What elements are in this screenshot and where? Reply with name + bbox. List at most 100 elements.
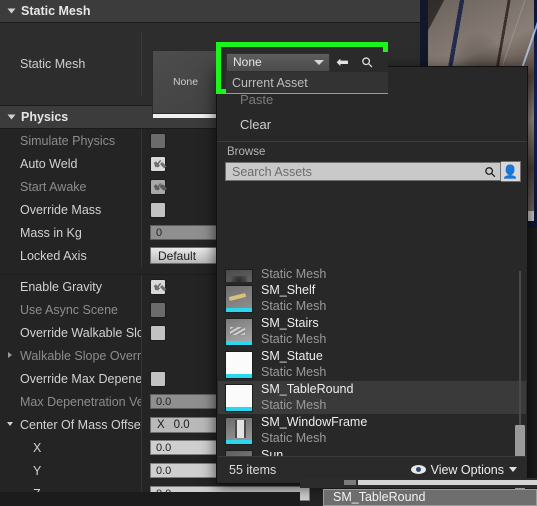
- property-label: Simulate Physics: [20, 133, 116, 148]
- asset-type: Static Mesh: [261, 398, 327, 412]
- view-options-button[interactable]: View Options: [410, 462, 517, 477]
- asset-type-color-bar: [226, 374, 252, 378]
- browse-section-label: Browse: [217, 141, 527, 161]
- static-mesh-thumbnail[interactable]: None: [152, 50, 219, 118]
- user-filter-icon[interactable]: 👤: [501, 161, 521, 182]
- search-input[interactable]: Search Assets ⚲: [225, 162, 501, 181]
- current-asset-label: Current Asset: [226, 72, 388, 93]
- asset-type-color-bar: [226, 440, 252, 444]
- column-divider: [141, 367, 142, 390]
- chevron-down-icon: [314, 59, 324, 65]
- asset-dropdown-value: None: [233, 55, 262, 69]
- checkbox-unchecked[interactable]: [150, 201, 166, 218]
- caret-down-icon: [509, 467, 517, 472]
- asset-thumbnail: [225, 351, 253, 379]
- asset-dropdown[interactable]: None: [226, 52, 330, 72]
- asset-list-item[interactable]: SM_TableRound Static Mesh: [218, 381, 526, 414]
- strip-segment: [344, 480, 356, 485]
- column-divider: [141, 244, 142, 267]
- property-value: [150, 301, 166, 318]
- check-icon: ✓: [153, 179, 164, 194]
- back-arrow-icon[interactable]: ⬅: [330, 53, 355, 72]
- static-mesh-property-label: Static Mesh: [20, 57, 86, 71]
- property-label: Y: [33, 463, 42, 478]
- item-count: 55 items: [229, 462, 277, 477]
- property-value: [150, 201, 166, 218]
- column-divider: [141, 31, 142, 97]
- asset-name: SM_Stairs: [261, 316, 319, 330]
- asset-name: SM_Statue: [261, 349, 323, 363]
- checkbox-checked[interactable]: ✓: [150, 155, 166, 172]
- asset-list-item[interactable]: SunStatic Mesh: [218, 447, 526, 456]
- checkbox-unchecked[interactable]: [150, 370, 166, 387]
- asset-thumbnail: [225, 285, 253, 313]
- asset-text: SM_Stairs Static Mesh: [261, 315, 326, 347]
- column-divider: [141, 175, 142, 198]
- column-divider: [141, 321, 142, 344]
- asset-thumbnail: [225, 269, 253, 282]
- property-value: ✓: [150, 178, 166, 195]
- asset-list-item[interactable]: Static Mesh: [218, 266, 526, 282]
- asset-thumbnail-art: [226, 319, 252, 341]
- asset-list-item[interactable]: SM_Shelf Static Mesh: [218, 282, 526, 315]
- expander-triangle-icon[interactable]: [8, 352, 12, 358]
- asset-thumbnail: [225, 417, 253, 445]
- bottom-left-filler: [0, 492, 300, 506]
- property-label: Start Awake: [20, 179, 87, 194]
- asset-list-scrollbar-track[interactable]: [519, 271, 521, 450]
- column-divider: [141, 390, 142, 413]
- property-label: Mass in Kg: [20, 225, 82, 240]
- asset-thumbnail-art: [226, 270, 252, 282]
- column-divider: [141, 152, 142, 175]
- column-divider: [141, 459, 142, 482]
- menu-item-clear[interactable]: Clear: [217, 112, 527, 137]
- property-label: Override Mass: [20, 202, 102, 217]
- asset-text: SM_Shelf Static Mesh: [261, 282, 326, 314]
- column-divider: [141, 275, 142, 298]
- checkbox-checked-disabled: ✓: [150, 178, 166, 195]
- asset-thumbnail-art: [226, 352, 252, 374]
- property-label: X: [33, 440, 42, 455]
- property-label: Locked Axis: [20, 248, 87, 263]
- asset-thumbnail: [225, 384, 253, 412]
- asset-text: SunStatic Mesh: [261, 447, 326, 456]
- property-label: Walkable Slope Override: [20, 348, 141, 363]
- asset-list-item[interactable]: SM_WindowFrame Static Mesh: [218, 414, 526, 447]
- column-divider: [141, 436, 142, 459]
- checkbox-unchecked[interactable]: [150, 324, 166, 341]
- asset-list[interactable]: Static Mesh SM_Shelf Static Mesh SM_Stairs S…: [218, 266, 526, 456]
- column-divider: [141, 221, 142, 244]
- property-value: ✓: [150, 155, 166, 172]
- expander-triangle-icon[interactable]: [7, 114, 16, 120]
- strip-segment: [358, 480, 537, 485]
- highlight-inner: None ⬅ ⚲ Current Asset: [221, 47, 388, 93]
- asset-name: SM_WindowFrame: [261, 415, 368, 429]
- asset-picker-popup: CopyPasteClear Browse Search Assets ⚲ 👤 …: [216, 66, 528, 491]
- checkbox-unchecked-disabled: [150, 132, 166, 149]
- asset-type-color-bar: [226, 407, 252, 411]
- asset-name: SM_Shelf: [261, 283, 316, 297]
- property-label: Center Of Mass Offset: [20, 417, 141, 432]
- bottom-toolbar-strip: [300, 478, 537, 488]
- asset-type-color-bar: [226, 308, 252, 312]
- column-divider: [141, 344, 142, 367]
- column-divider: [141, 198, 142, 221]
- highlight-box: None ⬅ ⚲ Current Asset: [216, 42, 388, 94]
- axis-label: X: [157, 418, 165, 431]
- category-header-static-mesh[interactable]: Static Mesh: [0, 0, 420, 23]
- property-label: Use Async Scene: [20, 302, 118, 317]
- asset-thumbnail-art: [226, 286, 252, 308]
- check-icon: ✓: [153, 279, 164, 294]
- menu-item-label: Paste: [240, 92, 274, 107]
- asset-list-item[interactable]: SM_Statue Static Mesh: [218, 348, 526, 381]
- asset-list-item[interactable]: SM_Stairs Static Mesh: [218, 315, 526, 348]
- expander-triangle-icon[interactable]: [7, 8, 16, 14]
- property-label: Override Max Depenetra: [20, 371, 141, 386]
- expander-triangle-icon[interactable]: [7, 422, 13, 426]
- asset-text: Static Mesh: [261, 266, 326, 282]
- asset-type-color-bar: [226, 341, 252, 345]
- property-label: Override Walkable Slope: [20, 325, 141, 340]
- property-value: [150, 370, 166, 387]
- checkbox-checked[interactable]: ✓: [150, 278, 166, 295]
- view-options-label: View Options: [430, 462, 504, 477]
